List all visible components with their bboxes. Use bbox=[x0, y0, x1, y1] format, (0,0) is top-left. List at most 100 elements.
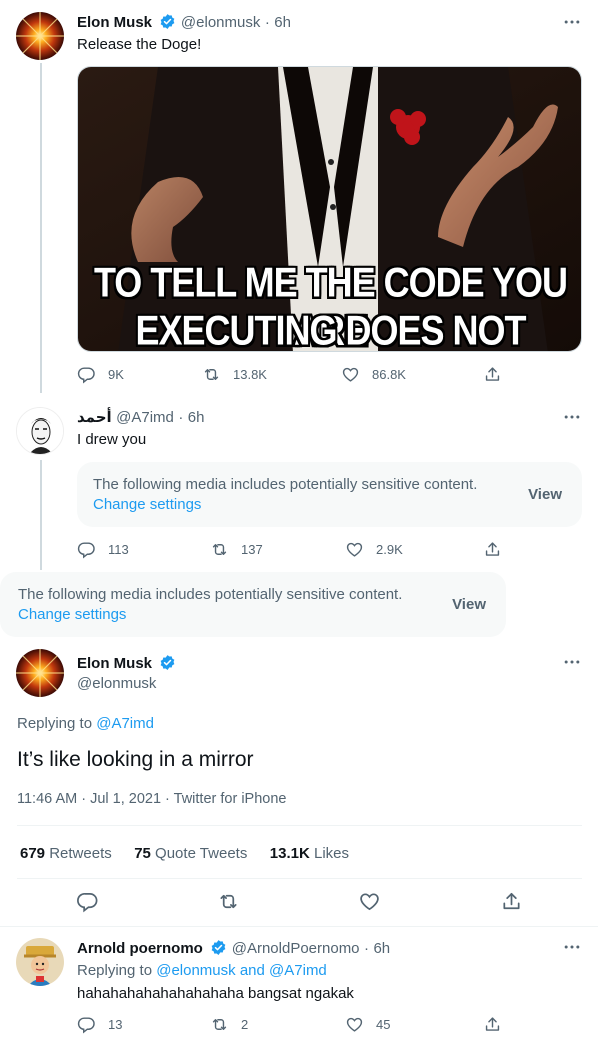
tweet2-header: أحمد @A7imd · 6h bbox=[77, 408, 204, 427]
sensitive-media-notice: The following media includes potentially… bbox=[77, 462, 582, 527]
more-options-icon[interactable] bbox=[562, 407, 582, 427]
divider bbox=[17, 825, 582, 826]
replying-to-label: Replying to bbox=[77, 962, 153, 979]
reply-button[interactable] bbox=[76, 890, 99, 913]
reply-icon bbox=[77, 1015, 96, 1034]
reply-button[interactable]: 113 bbox=[77, 540, 129, 559]
like-count: 45 bbox=[376, 1017, 391, 1032]
more-options-icon[interactable] bbox=[562, 652, 582, 672]
avatar-elon[interactable] bbox=[16, 649, 64, 697]
separator-dot: · bbox=[264, 14, 270, 31]
retweets-label: Retweets bbox=[49, 845, 112, 862]
author-name[interactable]: Elon Musk bbox=[77, 14, 152, 31]
retweets-count: 679 bbox=[20, 845, 46, 862]
tweet-time[interactable]: 6h bbox=[188, 409, 205, 426]
tweet-media-image[interactable]: TO TELL ME THE CODE YOU ARE EXECUTING DO… bbox=[77, 66, 582, 352]
replying-to-handle[interactable]: @elonmusk bbox=[156, 962, 235, 979]
replying-to-label: Replying to bbox=[17, 715, 93, 732]
reply-button[interactable]: 9K bbox=[77, 365, 124, 384]
retweet-icon bbox=[210, 540, 229, 559]
engagement-stats: 679 Retweets 75 Quote Tweets 13.1K Likes bbox=[20, 845, 367, 863]
view-media-button[interactable]: View bbox=[528, 486, 562, 503]
avatar-a7imd[interactable] bbox=[16, 407, 64, 455]
retweet-button[interactable]: 2 bbox=[210, 1015, 248, 1034]
sensitive-warning-text: The following media includes potentially… bbox=[93, 475, 478, 493]
replying-to-handle[interactable]: @A7imd bbox=[96, 715, 154, 732]
replying-to-line: Replying to @elonmusk and @A7imd bbox=[77, 962, 327, 979]
retweet-button[interactable] bbox=[217, 890, 240, 913]
replying-to-line: Replying to @A7imd bbox=[17, 715, 154, 732]
author-name[interactable]: Arnold poernomo bbox=[77, 940, 203, 957]
like-count: 2.9K bbox=[376, 542, 403, 557]
likes-count: 13.1K bbox=[269, 845, 310, 862]
sensitive-media-banner: The following media includes potentially… bbox=[0, 572, 506, 637]
verified-icon bbox=[210, 939, 227, 956]
like-icon bbox=[358, 890, 381, 913]
change-settings-link[interactable]: Change settings bbox=[93, 495, 477, 515]
like-button[interactable] bbox=[358, 890, 381, 913]
quote-tweets-stat[interactable]: 75 Quote Tweets bbox=[134, 845, 247, 862]
quotes-label: Quote Tweets bbox=[155, 845, 248, 862]
share-button[interactable] bbox=[483, 1015, 502, 1034]
like-icon bbox=[341, 365, 360, 384]
tweet-time[interactable]: 6h bbox=[373, 940, 390, 957]
retweet-button[interactable]: 13.8K bbox=[202, 365, 267, 384]
like-button[interactable]: 86.8K bbox=[341, 365, 406, 384]
separator-dot: · bbox=[178, 409, 184, 426]
elon-avatar-image bbox=[16, 12, 64, 60]
author-handle[interactable]: @ArnoldPoernomo bbox=[232, 940, 360, 957]
retweet-count: 13.8K bbox=[233, 367, 267, 382]
author-handle[interactable]: @elonmusk bbox=[77, 675, 156, 692]
likes-stat[interactable]: 13.1K Likes bbox=[270, 845, 349, 862]
tweet-timestamp[interactable]: 11:46 AM · Jul 1, 2021 · Twitter for iPh… bbox=[17, 791, 286, 807]
author-name[interactable]: أحمد bbox=[77, 409, 112, 426]
a7imd-avatar-image bbox=[17, 408, 63, 454]
share-button[interactable] bbox=[483, 365, 502, 384]
retweet-count: 137 bbox=[241, 542, 263, 557]
replying-to-handle[interactable]: @A7imd bbox=[269, 962, 327, 979]
share-button[interactable] bbox=[483, 540, 502, 559]
likes-label: Likes bbox=[313, 845, 350, 862]
reply-header: Arnold poernomo @ArnoldPoernomo · 6h bbox=[77, 939, 390, 958]
like-button[interactable]: 2.9K bbox=[345, 540, 403, 559]
elon-avatar-image bbox=[16, 649, 64, 697]
reply-count: 13 bbox=[108, 1017, 123, 1032]
reply-count: 113 bbox=[108, 542, 129, 557]
tweet1-text: Release the Doge! bbox=[77, 36, 202, 53]
avatar-arnold[interactable] bbox=[16, 938, 64, 986]
quotes-count: 75 bbox=[134, 845, 151, 862]
retweet-icon bbox=[210, 1015, 229, 1034]
tweet1-header: Elon Musk @elonmusk · 6h bbox=[77, 13, 291, 32]
reply-button[interactable]: 13 bbox=[77, 1015, 122, 1034]
retweets-stat[interactable]: 679 Retweets bbox=[20, 845, 112, 862]
separator-dot: · bbox=[363, 940, 369, 957]
thread-line bbox=[40, 63, 42, 393]
retweet-button[interactable]: 137 bbox=[210, 540, 263, 559]
avatar-elon[interactable] bbox=[16, 12, 64, 60]
more-options-icon[interactable] bbox=[562, 12, 582, 32]
share-icon bbox=[483, 365, 502, 384]
replying-to-and: and bbox=[239, 962, 265, 979]
retweet-count: 2 bbox=[241, 1017, 249, 1032]
like-button[interactable]: 45 bbox=[345, 1015, 390, 1034]
share-icon bbox=[483, 540, 502, 559]
thread-line bbox=[40, 460, 42, 570]
meme-caption-line2: EXECUTING DOES NOT COMPILE bbox=[135, 306, 526, 352]
view-media-button[interactable]: View bbox=[452, 596, 486, 613]
author-handle[interactable]: @A7imd bbox=[116, 409, 174, 426]
like-icon bbox=[345, 1015, 364, 1034]
divider bbox=[17, 878, 582, 879]
verified-icon bbox=[159, 654, 176, 671]
reply-count: 9K bbox=[108, 367, 124, 382]
author-name[interactable]: Elon Musk bbox=[77, 655, 152, 672]
author-handle[interactable]: @elonmusk bbox=[181, 14, 260, 31]
reply-icon bbox=[77, 540, 96, 559]
reply-icon bbox=[76, 890, 99, 913]
share-button[interactable] bbox=[500, 890, 523, 913]
change-settings-link[interactable]: Change settings bbox=[18, 605, 402, 625]
reply-icon bbox=[77, 365, 96, 384]
tweet-time[interactable]: 6h bbox=[274, 14, 291, 31]
main-tweet-text: It’s like looking in a mirror bbox=[17, 748, 254, 771]
retweet-icon bbox=[217, 890, 240, 913]
more-options-icon[interactable] bbox=[562, 937, 582, 957]
